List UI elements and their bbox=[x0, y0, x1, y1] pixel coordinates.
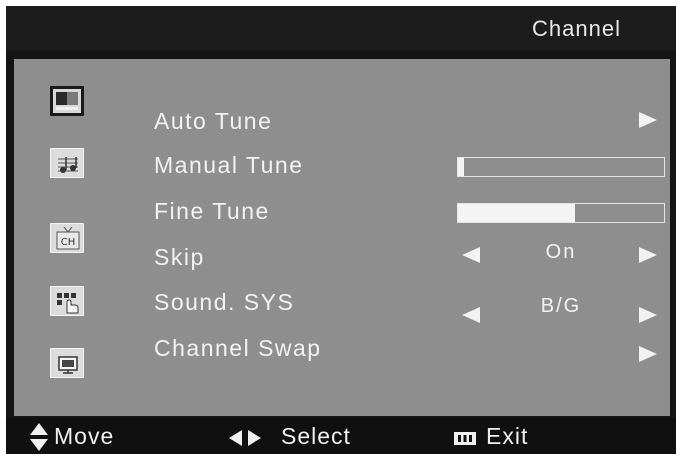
channel-swap-enter-arrow-icon[interactable] bbox=[639, 346, 657, 362]
channel-icon[interactable]: CH bbox=[50, 223, 84, 253]
manual-tune-label[interactable]: Manual Tune bbox=[154, 152, 303, 179]
left-right-arrows-icon bbox=[229, 430, 261, 446]
skip-left-arrow-icon[interactable] bbox=[462, 247, 480, 263]
header-bar: Channel bbox=[6, 6, 676, 50]
skip-label[interactable]: Skip bbox=[154, 244, 205, 271]
screen-icon[interactable] bbox=[50, 348, 84, 378]
menu-panel: CH Auto Tune Manual Tune Fine Tune Skip … bbox=[14, 59, 670, 416]
footer-bar: Move Select Exit bbox=[6, 418, 676, 454]
channel-icon-label: CH bbox=[61, 237, 76, 248]
select-hint: Select bbox=[281, 423, 351, 449]
exit-hint: Exit bbox=[486, 423, 529, 449]
menu-title: Channel bbox=[532, 16, 621, 41]
auto-tune-enter-arrow-icon[interactable] bbox=[639, 112, 657, 128]
tv-osd-menu: Channel CH Auto Tune Manual Tune Fine Tu… bbox=[6, 6, 676, 454]
sound-sys-label[interactable]: Sound. SYS bbox=[154, 289, 294, 316]
sound-icon[interactable] bbox=[50, 148, 84, 178]
up-down-arrows-icon bbox=[30, 423, 48, 451]
fine-tune-slider[interactable] bbox=[457, 203, 665, 223]
picture-icon[interactable] bbox=[50, 86, 84, 116]
function-icon[interactable] bbox=[50, 286, 84, 316]
sound-sys-left-arrow-icon[interactable] bbox=[462, 307, 480, 323]
skip-value: On bbox=[545, 241, 577, 263]
skip-right-arrow-icon[interactable] bbox=[639, 247, 657, 263]
auto-tune-label[interactable]: Auto Tune bbox=[154, 108, 272, 135]
fine-tune-label[interactable]: Fine Tune bbox=[154, 198, 270, 225]
move-hint: Move bbox=[54, 423, 115, 449]
manual-tune-slider[interactable] bbox=[457, 157, 665, 177]
channel-swap-label[interactable]: Channel Swap bbox=[154, 335, 322, 362]
fine-tune-slider-fill bbox=[458, 204, 576, 222]
sound-sys-right-arrow-icon[interactable] bbox=[639, 307, 657, 323]
menu-button-icon bbox=[454, 432, 476, 445]
sound-sys-value: B/G bbox=[540, 295, 582, 317]
manual-tune-slider-fill bbox=[458, 158, 465, 176]
